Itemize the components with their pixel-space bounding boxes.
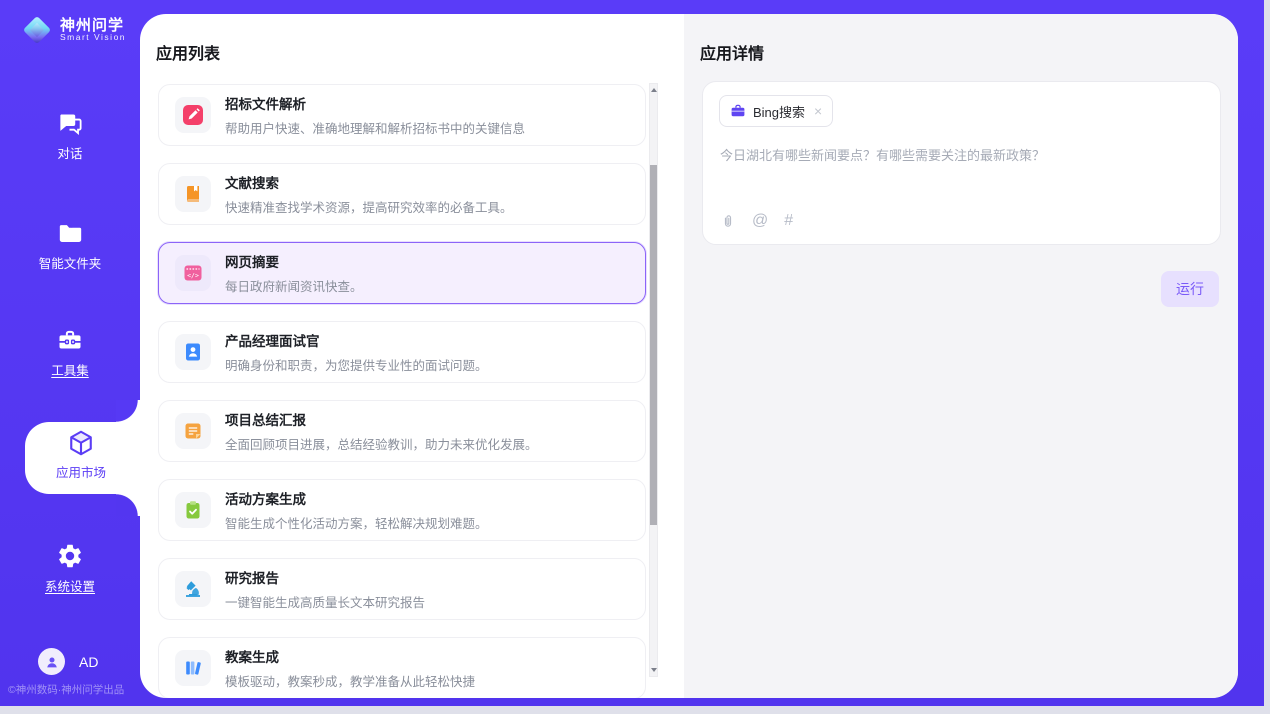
scrollbar-up-arrow-icon[interactable] bbox=[650, 84, 657, 96]
composer-card: Bing搜索 × 今日湖北有哪些新闻要点？有哪些需要关注的最新政策？ @ # bbox=[702, 81, 1221, 245]
clipboard-check-icon bbox=[175, 492, 211, 528]
user-name: AD bbox=[79, 654, 98, 670]
sidebar-item-label: 应用市场 bbox=[25, 462, 137, 481]
brand-diamond-icon bbox=[22, 15, 52, 45]
app-name: 网页摘要 bbox=[225, 251, 363, 271]
app-card-pm-interviewer[interactable]: 产品经理面试官 明确身份和职责，为您提供专业性的面试问题。 bbox=[158, 321, 646, 383]
app-description: 每日政府新闻资讯快查。 bbox=[225, 276, 363, 295]
tool-tag-label: Bing搜索 bbox=[753, 102, 805, 121]
mention-icon[interactable]: @ bbox=[752, 212, 768, 230]
run-button[interactable]: 运行 bbox=[1161, 271, 1219, 307]
app-name: 招标文件解析 bbox=[225, 93, 525, 113]
app-name: 项目总结汇报 bbox=[225, 409, 538, 429]
brand-subtitle: Smart Vision bbox=[60, 33, 126, 42]
app-card-bid-analysis[interactable]: 招标文件解析 帮助用户快速、准确地理解和解析招标书中的关键信息 bbox=[158, 84, 646, 146]
sidebar-item-app-market[interactable]: 应用市场 bbox=[25, 428, 137, 481]
tag-close-icon[interactable]: × bbox=[814, 104, 822, 118]
copyright-text: ©神州数码·神州问学出品 bbox=[0, 682, 150, 697]
app-description: 一键智能生成高质量长文本研究报告 bbox=[225, 592, 425, 611]
app-description: 快速精准查找学术资源，提高研究效率的必备工具。 bbox=[225, 197, 513, 216]
avatar bbox=[38, 648, 65, 675]
main-panel: 应用列表 招标文件解析 帮助用户快速、准确地理解和解析招标书中的关键信息 文献搜… bbox=[140, 14, 1238, 698]
app-shell: 神州问学 Smart Vision 对话 智能文件夹 工具集 bbox=[0, 0, 1264, 706]
sidebar-item-label: 工具集 bbox=[0, 360, 140, 379]
person-icon bbox=[44, 654, 60, 670]
app-card-web-summary[interactable]: </> 网页摘要 每日政府新闻资讯快查。 bbox=[158, 242, 646, 304]
query-input[interactable]: 今日湖北有哪些新闻要点？有哪些需要关注的最新政策？ bbox=[720, 146, 1200, 166]
books-icon bbox=[175, 650, 211, 686]
app-description: 全面回顾项目进展，总结经验教训，助力未来优化发展。 bbox=[225, 434, 538, 453]
app-name: 文献搜索 bbox=[225, 172, 513, 192]
app-description: 智能生成个性化活动方案，轻松解决规划难题。 bbox=[225, 513, 488, 532]
sidebar-item-label: 系统设置 bbox=[0, 576, 140, 595]
svg-text:</>: </> bbox=[187, 272, 199, 280]
folder-icon bbox=[57, 220, 84, 247]
sidebar-item-chat[interactable]: 对话 bbox=[0, 110, 140, 162]
app-card-project-summary[interactable]: 项目总结汇报 全面回顾项目进展，总结经验教训，助力未来优化发展。 bbox=[158, 400, 646, 462]
briefcase-icon bbox=[730, 103, 746, 119]
hashtag-icon[interactable]: # bbox=[784, 212, 793, 230]
scrollbar-thumb[interactable] bbox=[650, 165, 657, 525]
brand-logo: 神州问学 Smart Vision bbox=[22, 15, 126, 45]
app-card-research-report[interactable]: 研究报告 一键智能生成高质量长文本研究报告 bbox=[158, 558, 646, 620]
app-description: 明确身份和职责，为您提供专业性的面试问题。 bbox=[225, 355, 488, 374]
gear-icon bbox=[56, 542, 84, 570]
person-document-icon bbox=[175, 334, 211, 370]
bubble-curve-top bbox=[116, 400, 140, 422]
book-icon bbox=[175, 176, 211, 212]
app-list-title: 应用列表 bbox=[156, 40, 220, 64]
app-detail-panel: 应用详情 Bing搜索 × 今日湖北有哪些新闻要点？有哪些需要关注的最新政策？ bbox=[684, 14, 1238, 698]
sidebar-item-label: 对话 bbox=[0, 143, 140, 162]
app-card-event-plan[interactable]: 活动方案生成 智能生成个性化活动方案，轻松解决规划难题。 bbox=[158, 479, 646, 541]
bubble-curve-bottom bbox=[116, 494, 140, 516]
sidebar-item-smart-folders[interactable]: 智能文件夹 bbox=[0, 220, 140, 272]
user-account[interactable]: AD bbox=[38, 648, 98, 675]
app-description: 模板驱动，教案秒成，教学准备从此轻松快捷 bbox=[225, 671, 475, 690]
toolbox-icon bbox=[56, 326, 84, 354]
app-name: 研究报告 bbox=[225, 567, 425, 587]
app-name: 活动方案生成 bbox=[225, 488, 488, 508]
attachment-icon[interactable] bbox=[720, 213, 736, 230]
tool-tag-bing-search[interactable]: Bing搜索 × bbox=[719, 95, 833, 127]
microscope-icon bbox=[175, 571, 211, 607]
cube-icon bbox=[66, 428, 96, 458]
app-card-lesson-plan[interactable]: 教案生成 模板驱动，教案秒成，教学准备从此轻松快捷 bbox=[158, 637, 646, 698]
sidebar-item-settings[interactable]: 系统设置 bbox=[0, 542, 140, 595]
app-detail-title: 应用详情 bbox=[700, 40, 764, 64]
app-description: 帮助用户快速、准确地理解和解析招标书中的关键信息 bbox=[225, 118, 525, 137]
app-name: 产品经理面试官 bbox=[225, 330, 488, 350]
scrollbar-down-arrow-icon[interactable] bbox=[650, 664, 657, 676]
sidebar-item-label: 智能文件夹 bbox=[0, 253, 140, 272]
browser-code-icon: </> bbox=[175, 255, 211, 291]
app-card-literature-search[interactable]: 文献搜索 快速精准查找学术资源，提高研究效率的必备工具。 bbox=[158, 163, 646, 225]
app-name: 教案生成 bbox=[225, 646, 475, 666]
app-list-scrollbar[interactable] bbox=[649, 83, 658, 677]
sidebar-item-toolset[interactable]: 工具集 bbox=[0, 326, 140, 379]
brand-name: 神州问学 bbox=[60, 18, 126, 34]
chat-icon bbox=[57, 110, 84, 137]
sticky-note-icon bbox=[175, 413, 211, 449]
edit-pen-icon bbox=[175, 97, 211, 133]
